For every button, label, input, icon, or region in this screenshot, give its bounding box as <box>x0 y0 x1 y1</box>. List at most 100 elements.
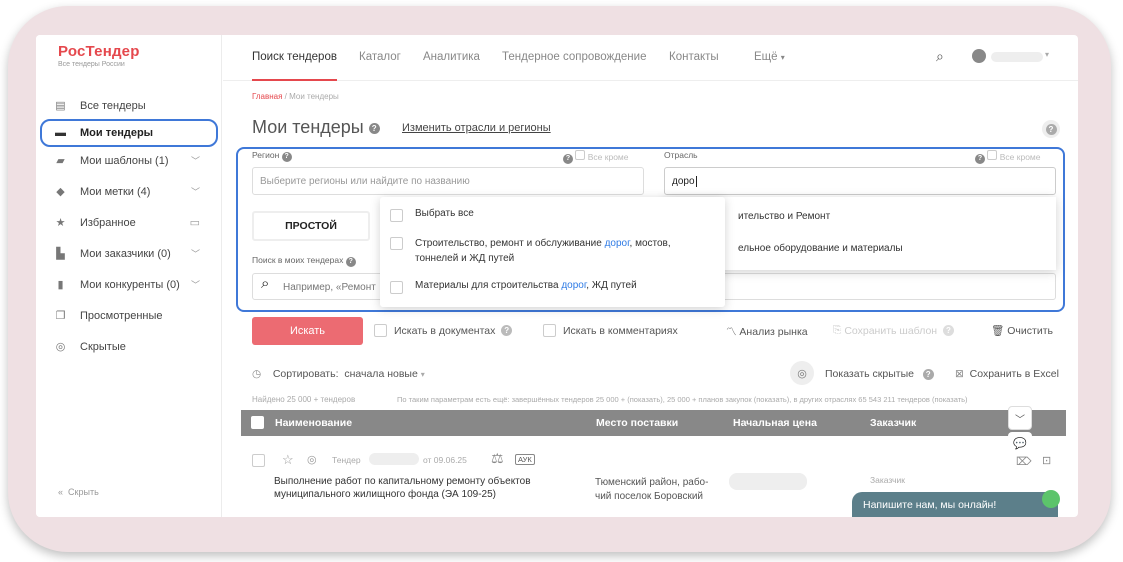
sidebar-item-tags[interactable]: ◆ Мои метки (4) ﹀ <box>36 176 222 207</box>
checkbox[interactable] <box>390 237 403 250</box>
tab-support[interactable]: Тендерное сопровождение <box>502 51 646 63</box>
page-title-text: Мои тендеры <box>252 117 364 137</box>
dropdown-option[interactable]: Строительство, ремонт и обслуживание дор… <box>390 236 671 266</box>
sidebar-item-hidden[interactable]: ◎ Скрытые <box>36 331 222 362</box>
market-label: Анализ рынка <box>739 325 808 338</box>
sidebar: РосТендер Все тендеры России ▤ Все тендер… <box>36 35 222 517</box>
found-count: Найдено 25 000 + тендеров <box>252 395 356 404</box>
avatar[interactable] <box>972 49 986 63</box>
eye-off-icon[interactable]: ◎ <box>307 453 317 466</box>
search-label: Поиск в моих тендерах ? <box>252 255 356 267</box>
chevron-down-icon[interactable]: ﹀ <box>191 278 200 291</box>
tag-icon[interactable]: ⌦ <box>1016 455 1032 468</box>
row-title[interactable]: муниципального жилищного фонда (ЭА 109-2… <box>274 489 496 500</box>
checkbox[interactable] <box>374 324 387 337</box>
excel-export-button[interactable]: ⊠ Сохранить в Excel <box>955 368 1059 380</box>
caret-down-icon[interactable]: ▾ <box>1045 50 1049 59</box>
column-price[interactable]: Начальная цена <box>733 417 817 429</box>
help-icon[interactable]: ? <box>281 151 292 162</box>
comment-icon[interactable]: ⊡ <box>1042 454 1051 467</box>
clear-button[interactable]: 🗑 Очистить <box>991 324 1053 338</box>
breadcrumb-home[interactable]: Главная <box>252 92 282 101</box>
help-icon: ? <box>563 153 573 164</box>
collapse-sidebar-button[interactable]: « Скрыть <box>58 487 99 497</box>
user-name-blurred <box>991 52 1043 62</box>
checkbox[interactable] <box>543 324 556 337</box>
excel-label: Сохранить в Excel <box>969 368 1059 380</box>
select-all-checkbox[interactable] <box>251 416 264 429</box>
chevron-down-icon[interactable]: ﹀ <box>191 247 200 260</box>
save-template-button[interactable]: ⎘ Сохранить шаблон ? <box>833 324 954 337</box>
search-label-text: Поиск в моих тендерах <box>252 255 344 265</box>
online-chat-button[interactable]: Напишите нам, мы онлайн! <box>852 492 1058 517</box>
logo[interactable]: РосТендер Все тендеры России <box>58 43 140 68</box>
industry-input[interactable]: доро <box>664 167 1056 195</box>
help-icon[interactable]: ? <box>368 122 380 134</box>
industry-except[interactable]: ? Все кроме <box>975 150 1041 164</box>
region-except[interactable]: ? Все кроме <box>563 150 629 164</box>
change-industries-link[interactable]: Изменить отрасли и регионы <box>402 122 551 134</box>
region-except-label: Все кроме <box>587 152 629 162</box>
help-icon: ? <box>942 325 954 336</box>
region-input[interactable]: Выберите регионы или найдите по названию <box>252 167 644 195</box>
search-icon[interactable]: ⌕ <box>936 48 944 65</box>
eye-off-icon[interactable]: ◎ <box>790 361 814 385</box>
column-customer[interactable]: Заказчик <box>870 417 916 429</box>
sidebar-item-my-tenders[interactable]: ▬ Мои тендеры <box>40 119 218 147</box>
help-icon[interactable]: ? <box>501 325 513 336</box>
sidebar-item-label: Скрытые <box>80 340 126 353</box>
tab-search-tenders[interactable]: Поиск тендеров <box>252 51 337 81</box>
trash-icon: 🗑 <box>991 325 1005 337</box>
help-glyph: ? <box>1045 123 1057 135</box>
region-except-checkbox[interactable] <box>575 150 586 160</box>
tab-catalog[interactable]: Каталог <box>359 51 401 63</box>
tab-analytics[interactable]: Аналитика <box>423 51 480 63</box>
dropdown-option[interactable]: ительство и Ремонт <box>738 211 830 222</box>
column-place[interactable]: Место поставки <box>596 417 678 429</box>
chevron-down-icon[interactable]: ﹀ <box>191 185 200 198</box>
sort-control[interactable]: ◷ Сортировать: сначала новые ▾ <box>252 368 425 380</box>
search-button[interactable]: Искать <box>252 317 363 345</box>
help-icon[interactable]: ? <box>345 256 356 267</box>
help-icon[interactable]: ? <box>922 368 934 380</box>
industry-except-checkbox[interactable] <box>987 150 998 160</box>
row-checkbox[interactable] <box>252 454 265 467</box>
sidebar-item-templates[interactable]: ▰ Мои шаблоны (1) ﹀ <box>36 145 222 176</box>
online-status-icon <box>1042 490 1060 508</box>
sidebar-item-customers[interactable]: ▙ Мои заказчики (0) ﹀ <box>36 238 222 269</box>
star-icon[interactable]: ☆ <box>282 452 294 468</box>
help-icon[interactable]: ? <box>1042 120 1060 138</box>
search-in-comments[interactable]: Искать в комментариях <box>543 324 678 337</box>
industry-input-value: доро <box>672 176 695 187</box>
option-label: Материалы для строительства дорог, ЖД пу… <box>415 280 637 291</box>
sidebar-item-all[interactable]: ▤ Все тендеры <box>36 90 222 121</box>
show-hidden-toggle[interactable]: Показать скрытые ? <box>825 368 934 380</box>
column-name[interactable]: Наименование <box>275 417 352 429</box>
archive-icon: ▬ <box>55 127 66 139</box>
option-label: Строительство, ремонт и обслуживание дор… <box>415 236 671 266</box>
row-customer-label: Заказчик <box>870 475 905 485</box>
chat-bubble-icon[interactable]: 💬 <box>1008 432 1032 454</box>
market-analysis-button[interactable]: 〽 Анализ рынка <box>726 324 808 339</box>
search-in-docs[interactable]: Искать в документах ? <box>374 324 513 337</box>
caret-down-icon: ▾ <box>420 369 425 379</box>
checkbox[interactable] <box>390 281 403 294</box>
caret-down-icon: ▾ <box>780 53 785 62</box>
select-all-option[interactable]: Выбрать все <box>390 208 474 222</box>
building-icon: ▙ <box>56 248 65 260</box>
dropdown-option[interactable]: ельное оборудование и материалы <box>738 243 903 254</box>
checkbox[interactable] <box>390 209 403 222</box>
mode-simple-button[interactable]: ПРОСТОЙ <box>252 211 370 241</box>
calendar-icon[interactable]: ▭ <box>190 216 200 229</box>
row-title[interactable]: Выполнение работ по капитальному ремонту… <box>274 476 531 487</box>
tab-more[interactable]: Ещё ▾ <box>754 51 785 63</box>
sidebar-item-competitors[interactable]: ▮ Мои конкуренты (0) ﹀ <box>36 269 222 300</box>
sidebar-item-viewed[interactable]: ❐ Просмотренные <box>36 300 222 331</box>
chevron-down-icon[interactable]: ﹀ <box>1008 406 1032 430</box>
logo-subtitle: Все тендеры России <box>58 61 125 68</box>
chevron-down-icon[interactable]: ﹀ <box>191 154 200 167</box>
sidebar-item-favorites[interactable]: ★ Избранное ▭ <box>36 207 222 238</box>
industry-label: Отрасль <box>664 150 698 160</box>
tab-contacts[interactable]: Контакты <box>669 51 719 63</box>
dropdown-option[interactable]: Материалы для строительства дорог, ЖД пу… <box>390 280 637 294</box>
